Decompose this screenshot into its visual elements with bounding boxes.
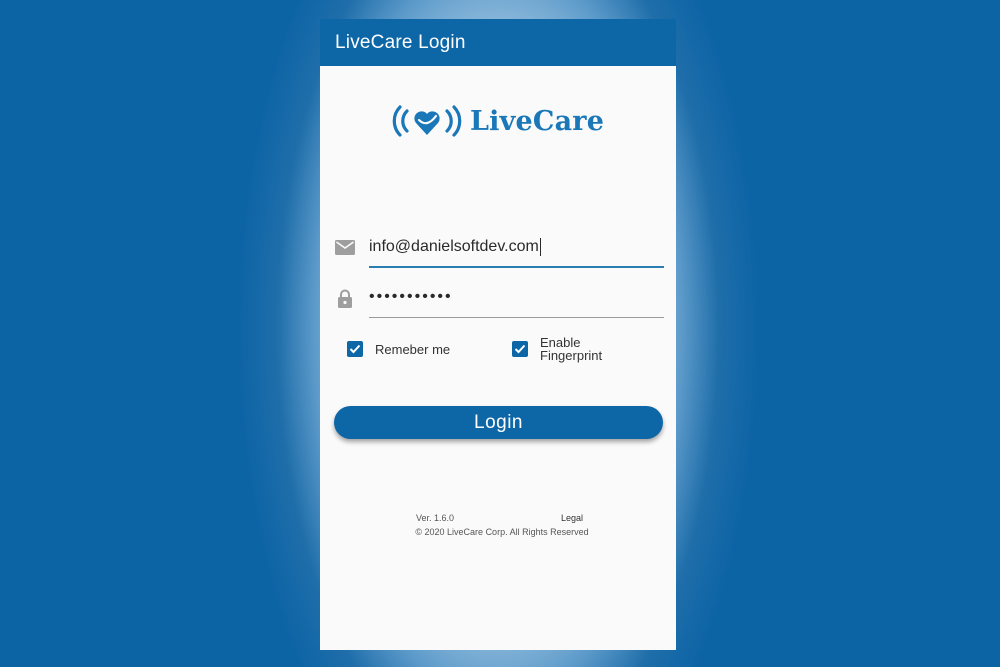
password-underline — [369, 317, 664, 318]
email-field[interactable]: info@danielsoftdev.com — [334, 228, 664, 268]
email-input[interactable]: info@danielsoftdev.com — [369, 228, 664, 266]
app-bar: LiveCare Login — [320, 19, 676, 66]
livecare-logo: LiveCare — [390, 99, 610, 143]
lock-icon — [334, 287, 356, 309]
text-caret — [539, 238, 541, 256]
phone-screen: LiveCare Login LiveCare info@danielsoftd… — [320, 19, 676, 650]
logo-wordmark: LiveCare — [470, 105, 605, 137]
email-underline — [369, 266, 664, 268]
email-value: info@danielsoftdev.com — [369, 238, 539, 255]
password-input[interactable]: ••••••••••• — [369, 278, 664, 316]
checkbox-checked-icon — [347, 341, 363, 357]
enable-fingerprint-checkbox[interactable]: Enable Fingerprint — [512, 336, 602, 362]
copyright-text: © 2020 LiveCare Corp. All Rights Reserve… — [415, 527, 589, 537]
fingerprint-label-line2: Fingerprint — [540, 348, 603, 363]
version-text: Ver. 1.6.0 — [416, 513, 455, 523]
login-button[interactable]: Login — [334, 406, 663, 439]
broadcast-heart-icon — [392, 105, 462, 137]
enable-fingerprint-label: Enable Fingerprint — [540, 336, 602, 362]
legal-link[interactable]: Legal — [561, 513, 583, 523]
remember-me-checkbox[interactable]: Remeber me — [347, 341, 450, 357]
mail-icon — [334, 236, 356, 258]
password-field[interactable]: ••••••••••• — [334, 278, 664, 318]
checkbox-checked-icon — [512, 341, 528, 357]
remember-me-label: Remeber me — [375, 341, 451, 357]
app-bar-title: LiveCare Login — [335, 31, 466, 53]
